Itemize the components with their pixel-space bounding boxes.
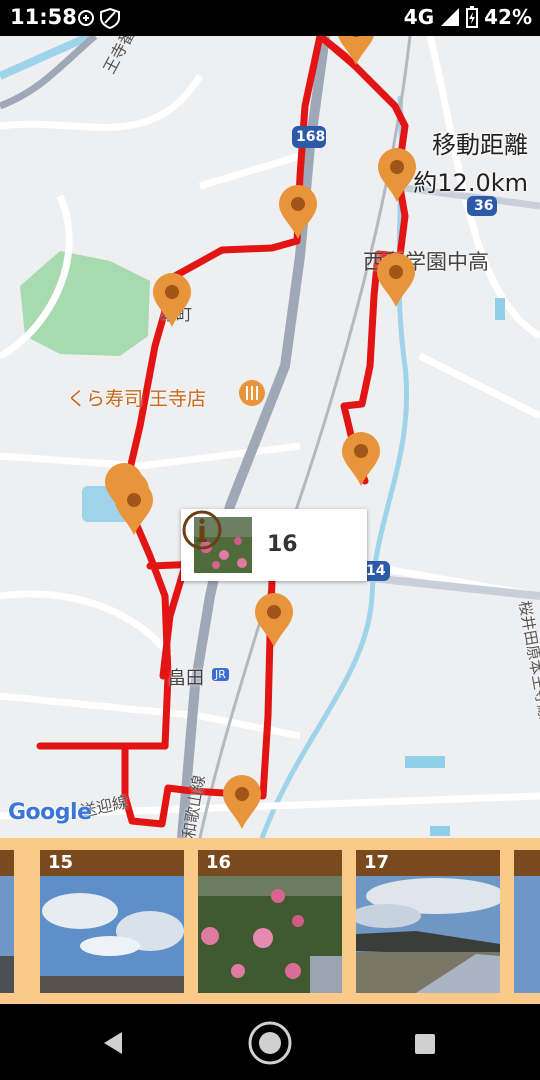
photo-number: 17 xyxy=(356,850,500,876)
photo-image xyxy=(356,876,500,993)
label-route-168: 168 xyxy=(296,129,326,145)
label-restaurant[interactable]: くら寿司 王寺店 xyxy=(67,384,206,411)
data-saver-icon xyxy=(78,10,94,26)
photo-marker[interactable] xyxy=(151,272,193,328)
status-time: 11:58 xyxy=(10,5,77,29)
distance-overlay: 移動距離 約12.0km xyxy=(413,126,528,202)
park-area xyxy=(20,251,150,356)
photo-marker[interactable] xyxy=(113,480,155,536)
photo-thumbnail-partial[interactable] xyxy=(0,850,14,993)
restaurant-icon xyxy=(239,380,265,406)
photo-marker[interactable] xyxy=(253,592,295,648)
photo-marker[interactable] xyxy=(376,147,418,203)
popup-photo-number: 16 xyxy=(267,532,298,557)
google-logo: Google xyxy=(8,800,92,825)
photo-marker[interactable] xyxy=(277,184,319,240)
status-right: 4G 42% xyxy=(404,5,532,29)
status-bar: 11:58 4G 42% xyxy=(0,0,540,36)
photo-strip[interactable]: 15 16 17 xyxy=(0,838,540,1004)
photo-marker[interactable] xyxy=(335,36,377,66)
photo-number: 15 xyxy=(40,850,184,876)
photo-thumbnail[interactable]: 17 xyxy=(356,850,500,993)
photo-number: 16 xyxy=(198,850,342,876)
photo-marker[interactable] xyxy=(340,431,382,487)
back-triangle-icon[interactable] xyxy=(100,1030,126,1056)
status-notification-icons xyxy=(76,6,136,34)
photo-image xyxy=(40,876,184,993)
photo-thumbnail[interactable]: 15 xyxy=(40,850,184,993)
label-route-14: 14 xyxy=(366,563,386,579)
photo-thumbnail-partial[interactable] xyxy=(514,850,540,993)
shield-icon xyxy=(100,7,120,30)
distance-value: 約12.0km xyxy=(413,169,528,197)
marker-info-popup[interactable]: 16 xyxy=(181,509,367,581)
distance-title: 移動距離 xyxy=(432,131,528,159)
photo-image xyxy=(198,876,342,993)
photo-marker[interactable] xyxy=(221,774,263,830)
photo-marker[interactable] xyxy=(375,252,417,308)
photo-thumbnail-selected[interactable]: 16 xyxy=(198,850,342,993)
home-circle-icon[interactable] xyxy=(247,1020,293,1066)
signal-icon xyxy=(441,8,460,26)
battery-level: 42% xyxy=(484,5,532,29)
network-type: 4G xyxy=(403,5,435,29)
map-view[interactable]: 王寺番芝線 168 36 14 西和学園中高 本町 くら寿司 王寺店 畠田 JR… xyxy=(0,36,540,838)
battery-icon xyxy=(466,6,479,28)
recents-square-icon[interactable] xyxy=(413,1032,437,1056)
label-jr: JR xyxy=(212,668,229,681)
info-circle-icon[interactable] xyxy=(181,509,223,551)
system-nav-bar xyxy=(0,1004,540,1080)
water-spots xyxy=(405,298,505,836)
label-hatada: 畠田 xyxy=(168,668,204,689)
